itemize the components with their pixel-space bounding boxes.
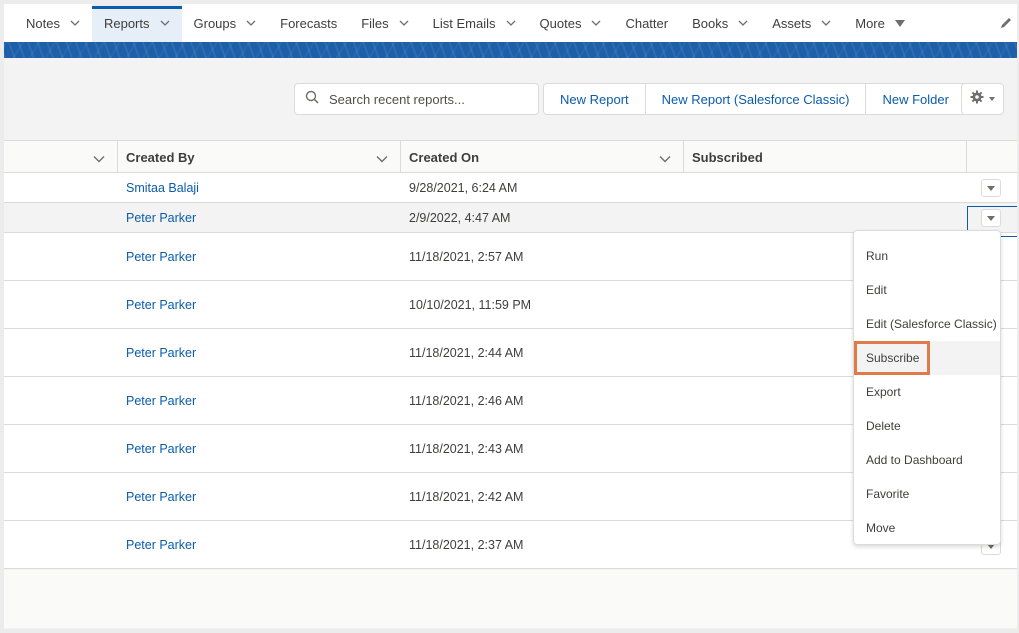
chevron-down-icon[interactable]	[821, 18, 831, 28]
created-on-cell: 11/18/2021, 2:57 AM	[409, 250, 524, 264]
table-row: Smitaa Balaji 9/28/2021, 6:24 AM	[4, 173, 1017, 203]
nav-bar: Notes Reports Groups Forecasts Files Lis…	[4, 4, 1017, 42]
nav-item-label: Reports	[103, 15, 150, 31]
nav-item-label: Chatter	[625, 15, 669, 31]
menu-item-edit[interactable]: Edit	[854, 273, 1000, 307]
settings-menu-button[interactable]	[961, 83, 1004, 115]
column-header-created-on[interactable]: Created On	[401, 141, 684, 173]
menu-item-move[interactable]: Move	[854, 511, 1000, 545]
created-by-link[interactable]: Peter Parker	[126, 298, 196, 312]
created-on-cell: 11/18/2021, 2:43 AM	[409, 442, 524, 456]
created-by-link[interactable]: Peter Parker	[126, 394, 196, 408]
chevron-down-icon[interactable]	[160, 18, 170, 28]
new-report-classic-button[interactable]: New Report (Salesforce Classic)	[646, 84, 867, 114]
created-on-cell: 11/18/2021, 2:42 AM	[409, 490, 524, 504]
table-header: Created By Created On Subscribed	[4, 140, 1017, 173]
nav-item-label: Books	[692, 15, 729, 31]
created-on-cell: 2/9/2022, 4:47 AM	[409, 211, 511, 225]
chevron-down-icon[interactable]	[591, 18, 601, 28]
created-by-link[interactable]: Peter Parker	[126, 346, 196, 360]
search-icon	[305, 90, 319, 109]
nav-item-files[interactable]: Files	[349, 4, 420, 42]
menu-item-add-to-dashboard[interactable]: Add to Dashboard	[854, 443, 1000, 477]
created-on-cell: 11/18/2021, 2:44 AM	[409, 346, 524, 360]
menu-item-run[interactable]: Run	[854, 239, 1000, 273]
nav-item-label: Files	[361, 15, 389, 31]
chevron-down-icon[interactable]	[738, 18, 748, 28]
column-header-actions	[967, 141, 1017, 173]
pencil-icon[interactable]	[999, 16, 1013, 30]
menu-item-export[interactable]: Export	[854, 375, 1000, 409]
menu-item-subscribe[interactable]: Subscribe	[854, 341, 1000, 375]
report-actions-group: New Report New Report (Salesforce Classi…	[543, 83, 966, 115]
nav-item-groups[interactable]: Groups	[182, 4, 269, 42]
nav-item-label: List Emails	[432, 15, 496, 31]
new-report-button[interactable]: New Report	[544, 84, 646, 114]
created-on-cell: 11/18/2021, 2:37 AM	[409, 538, 524, 552]
app-frame: Notes Reports Groups Forecasts Files Lis…	[4, 4, 1017, 629]
column-header-created-by[interactable]: Created By	[118, 141, 401, 173]
new-folder-button[interactable]: New Folder	[866, 84, 964, 114]
menu-item-favorite[interactable]: Favorite	[854, 477, 1000, 511]
nav-item-reports[interactable]: Reports	[91, 4, 182, 42]
created-on-cell: 9/28/2021, 6:24 AM	[409, 181, 518, 195]
created-by-link[interactable]: Peter Parker	[126, 490, 196, 504]
chevron-down-icon[interactable]	[246, 18, 256, 28]
nav-item-assets[interactable]: Assets	[760, 4, 843, 42]
caret-down-icon	[894, 19, 905, 27]
table-row: Peter Parker 2/9/2022, 4:47 AM	[4, 203, 1017, 233]
caret-down-icon	[989, 97, 995, 101]
nav-item-forecasts[interactable]: Forecasts	[268, 4, 349, 42]
row-actions-menu: Run Edit Edit (Salesforce Classic) Subsc…	[853, 230, 1001, 545]
chevron-down-icon[interactable]	[506, 18, 516, 28]
row-actions-button[interactable]	[981, 179, 1001, 197]
gear-icon	[970, 90, 984, 109]
nav-item-list-emails[interactable]: List Emails	[421, 4, 528, 42]
chevron-down-icon[interactable]	[659, 152, 671, 167]
nav-item-notes[interactable]: Notes	[14, 4, 92, 42]
menu-item-delete[interactable]: Delete	[854, 409, 1000, 443]
nav-item-label: Assets	[772, 15, 812, 31]
nav-item-books[interactable]: Books	[680, 4, 760, 42]
highlight-outline	[854, 341, 930, 375]
created-by-link[interactable]: Peter Parker	[126, 211, 196, 225]
table-footer-area	[4, 570, 1017, 628]
chevron-down-icon[interactable]	[93, 152, 105, 167]
menu-item-edit-classic[interactable]: Edit (Salesforce Classic)	[854, 307, 1000, 341]
nav-item-label: Quotes	[539, 15, 582, 31]
nav-item-label: Notes	[26, 15, 60, 31]
chevron-down-icon[interactable]	[399, 18, 409, 28]
nav-item-more[interactable]: More	[843, 4, 917, 42]
column-header-name[interactable]	[4, 141, 118, 173]
nav-item-label: Groups	[193, 15, 237, 31]
nav-item-label: Forecasts	[280, 15, 338, 31]
created-by-link[interactable]: Peter Parker	[126, 442, 196, 456]
created-by-link[interactable]: Peter Parker	[126, 250, 196, 264]
nav-item-quotes[interactable]: Quotes	[528, 4, 614, 42]
created-by-link[interactable]: Smitaa Balaji	[126, 181, 199, 195]
nav-item-label: More	[855, 15, 885, 31]
nav-item-chatter[interactable]: Chatter	[613, 4, 680, 42]
created-by-link[interactable]: Peter Parker	[126, 538, 196, 552]
created-on-cell: 11/18/2021, 2:46 AM	[409, 394, 524, 408]
caret-down-icon	[987, 185, 995, 191]
search-input[interactable]	[327, 90, 527, 108]
created-on-cell: 10/10/2021, 11:59 PM	[409, 298, 532, 312]
column-header-subscribed[interactable]: Subscribed	[684, 141, 967, 173]
chevron-down-icon[interactable]	[376, 152, 388, 167]
search-box[interactable]	[294, 83, 539, 115]
header-banner	[4, 42, 1017, 58]
chevron-down-icon[interactable]	[70, 18, 80, 28]
